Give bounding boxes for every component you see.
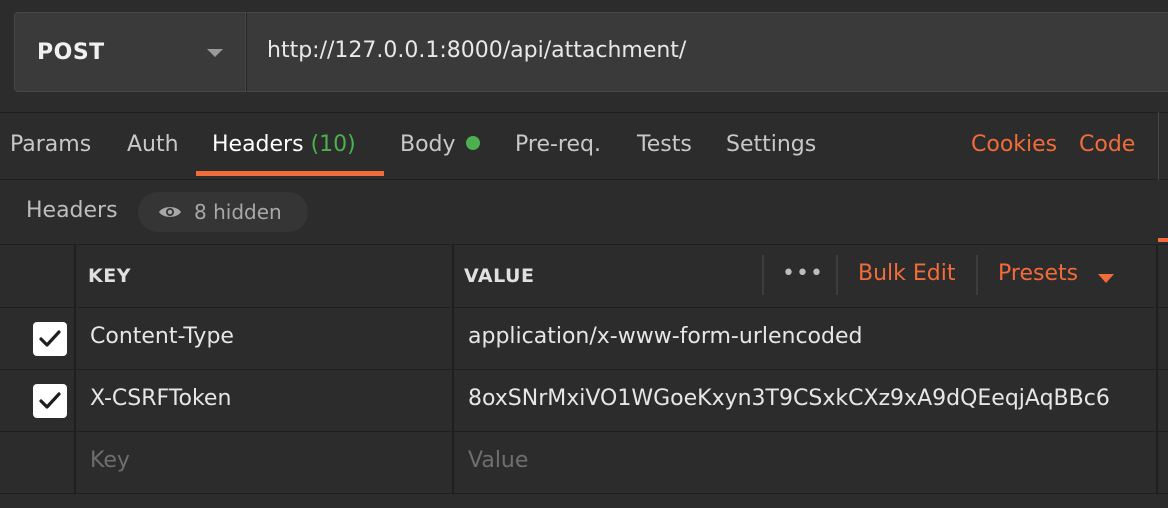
value-column-header: VALUE xyxy=(464,265,535,287)
method-select[interactable]: POST xyxy=(14,12,246,92)
tab-settings[interactable]: Settings xyxy=(726,113,816,179)
row-enabled-checkbox[interactable] xyxy=(33,322,67,356)
header-value[interactable]: 8oxSNrMxiVO1WGoeKxyn3T9CSxkCXz9xA9dQEeqj… xyxy=(468,386,1148,411)
header-value[interactable]: application/x-www-form-urlencoded xyxy=(468,324,1148,349)
header-key[interactable]: Content-Type xyxy=(90,324,440,349)
tab-body-label: Body xyxy=(400,132,456,157)
header-key[interactable]: X-CSRFToken xyxy=(90,386,440,411)
table-header-row: KEY VALUE ••• Bulk Edit Presets xyxy=(0,245,1168,308)
hidden-count-label: 8 hidden xyxy=(194,200,282,224)
checkmark-icon xyxy=(39,392,61,409)
toolbar-divider xyxy=(762,255,764,295)
table-row: Content-Type application/x-www-form-urle… xyxy=(0,308,1168,370)
tab-auth[interactable]: Auth xyxy=(127,113,179,179)
eye-icon xyxy=(159,207,181,217)
toolbar-divider xyxy=(976,255,978,295)
tab-tests[interactable]: Tests xyxy=(637,113,692,179)
tab-pre-request[interactable]: Pre-req. xyxy=(515,113,601,179)
toolbar-divider xyxy=(836,255,838,295)
scroll-marker xyxy=(1158,238,1168,242)
headers-subheader: Headers 8 hidden xyxy=(0,180,1168,245)
active-tab-indicator xyxy=(196,171,384,176)
new-value-input[interactable]: Value xyxy=(468,448,1148,473)
url-input[interactable]: http://127.0.0.1:8000/api/attachment/ xyxy=(246,12,1168,92)
presets-caret-icon[interactable] xyxy=(1098,274,1114,283)
checkmark-icon xyxy=(39,330,61,347)
method-label: POST xyxy=(37,39,105,65)
tab-body[interactable]: Body xyxy=(400,113,480,179)
tab-headers[interactable]: Headers (10) xyxy=(212,113,356,179)
request-bar: POST http://127.0.0.1:8000/api/attachmen… xyxy=(0,0,1168,112)
new-key-input[interactable]: Key xyxy=(90,448,440,473)
headers-title: Headers xyxy=(26,198,118,223)
tab-headers-label: Headers xyxy=(212,132,304,157)
key-column-header: KEY xyxy=(88,265,131,287)
bulk-edit-button[interactable]: Bulk Edit xyxy=(858,261,956,286)
headers-table: KEY VALUE ••• Bulk Edit Presets Content-… xyxy=(0,245,1168,508)
chevron-down-icon xyxy=(207,49,223,57)
tab-headers-count: (10) xyxy=(310,132,356,157)
row-enabled-checkbox[interactable] xyxy=(33,384,67,418)
table-row-new: Key Value xyxy=(0,432,1168,494)
presets-button[interactable]: Presets xyxy=(998,261,1078,286)
request-tabs: Params Auth Headers (10) Body Pre-req. T… xyxy=(0,112,1168,180)
panel-edge xyxy=(1158,112,1168,180)
body-status-dot-icon xyxy=(465,136,480,150)
more-options-icon[interactable]: ••• xyxy=(782,261,824,286)
hidden-headers-toggle[interactable]: 8 hidden xyxy=(138,192,308,232)
table-row: X-CSRFToken 8oxSNrMxiVO1WGoeKxyn3T9CSxkC… xyxy=(0,370,1168,432)
code-link[interactable]: Code xyxy=(1079,113,1135,179)
cookies-link[interactable]: Cookies xyxy=(971,113,1057,179)
tab-params[interactable]: Params xyxy=(10,113,91,179)
